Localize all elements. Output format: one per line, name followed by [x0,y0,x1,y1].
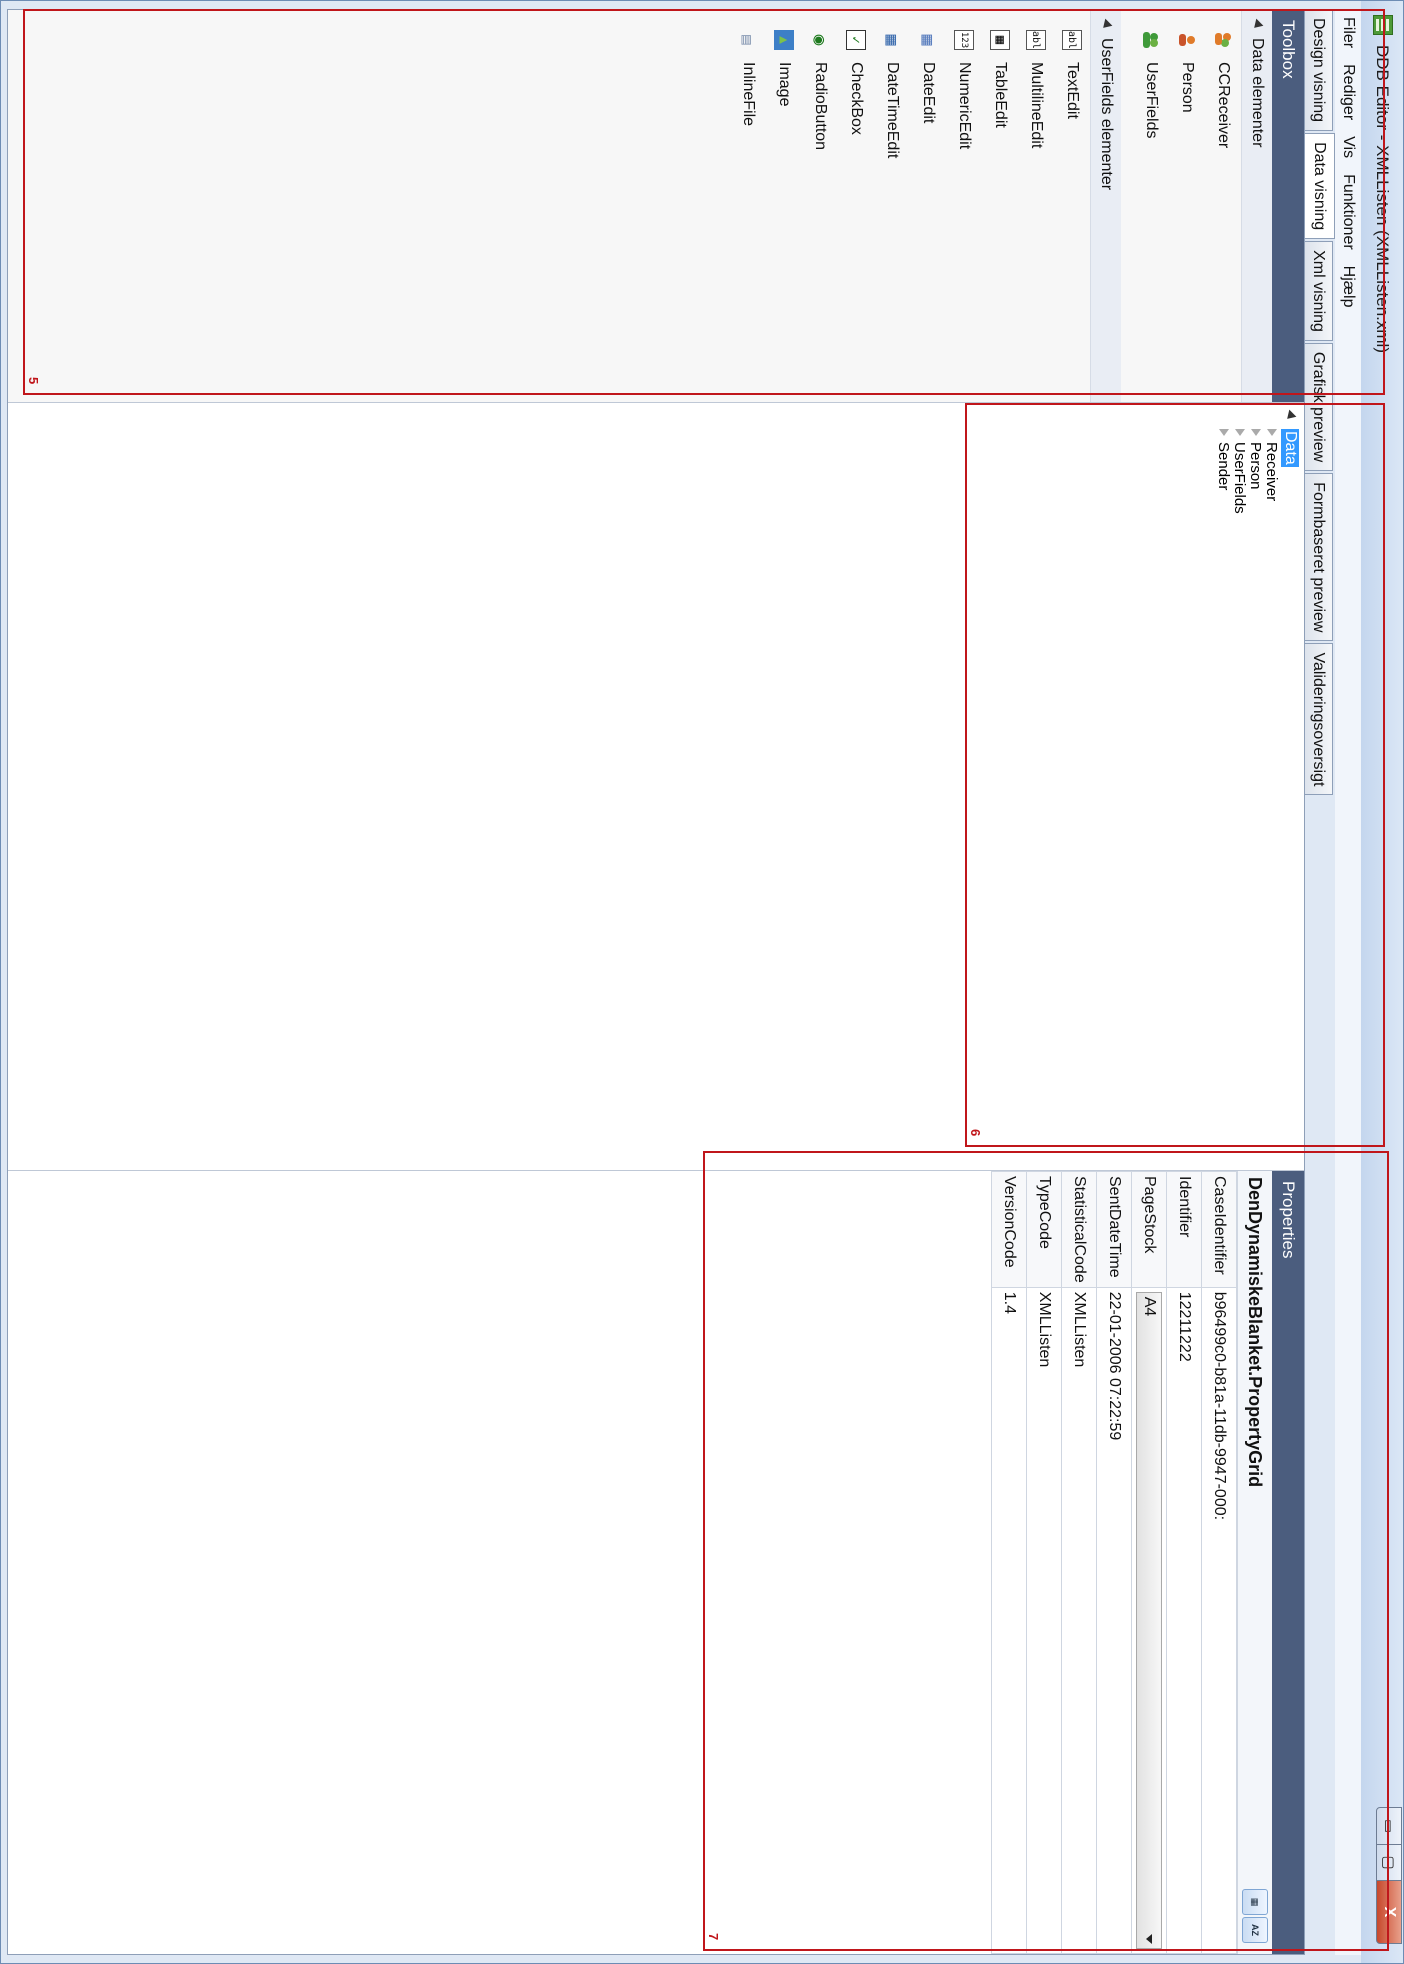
annotation-label-7: 7 [706,1933,721,1941]
annotation-box-5 [23,9,1385,395]
annotation-label-5: 5 [26,377,41,385]
rotated-stage: DDB Editor - XMLListen (XMLListen.xml) ▭… [0,0,1404,1964]
annotation-box-6 [965,403,1385,1147]
annotation-box-7 [703,1151,1389,1951]
annotation-label-6: 6 [968,1129,983,1137]
app-window: DDB Editor - XMLListen (XMLListen.xml) ▭… [0,0,1404,1964]
